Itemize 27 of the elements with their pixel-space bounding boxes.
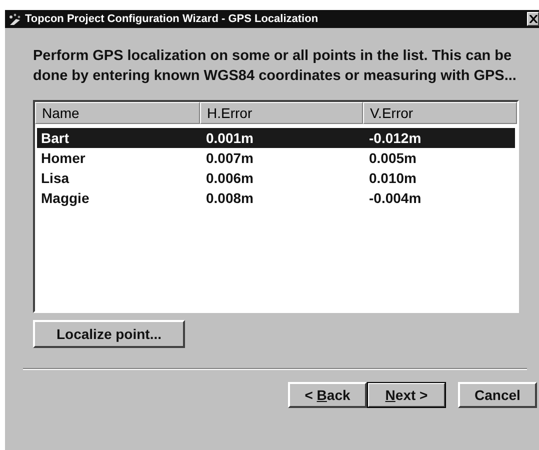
- table-cell-text: 0.008m: [205, 189, 254, 208]
- list-row[interactable]: Lisa 0.006m 0.010m: [37, 168, 515, 188]
- table-cell-text: 0.006m: [205, 169, 254, 188]
- table-cell-text: Homer: [40, 149, 86, 168]
- app-icon: [8, 12, 22, 26]
- table-cell-text: -0.012m: [368, 129, 422, 148]
- column-header[interactable]: H.Error: [200, 102, 363, 124]
- table-cell-text: 0.010m: [368, 169, 418, 188]
- wizard-button[interactable]: Cancel: [458, 382, 537, 408]
- wizard-button[interactable]: < Back: [288, 382, 367, 408]
- table-cell-text: -0.004m: [368, 189, 422, 208]
- column-header[interactable]: V.Error: [363, 102, 517, 124]
- localize-point-button[interactable]: Localize point...: [33, 320, 185, 348]
- table-cell-text: Bart: [40, 129, 70, 148]
- table-cell-text: 0.005m: [368, 149, 418, 168]
- table-cell-text: Maggie: [40, 189, 90, 208]
- list-row[interactable]: Maggie 0.008m -0.004m: [37, 188, 515, 208]
- close-button[interactable]: [527, 12, 539, 26]
- window-title: Topcon Project Configuration Wizard - GPS Localization: [25, 13, 320, 25]
- instructions-text: Perform GPS localization on some or all points in the list. This can be done by entering known WGS84 coordinates or measuring with GPS...: [33, 47, 517, 86]
- column-header[interactable]: Name: [35, 102, 200, 124]
- table-cell-text: Lisa: [40, 169, 70, 188]
- table-cell-text: 0.001m: [205, 129, 254, 148]
- list-row[interactable]: Bart 0.001m -0.012m: [37, 128, 515, 148]
- wizard-button[interactable]: Next >: [367, 382, 446, 408]
- list-row[interactable]: Homer 0.007m 0.005m: [37, 148, 515, 168]
- table-cell-text: 0.007m: [205, 149, 254, 168]
